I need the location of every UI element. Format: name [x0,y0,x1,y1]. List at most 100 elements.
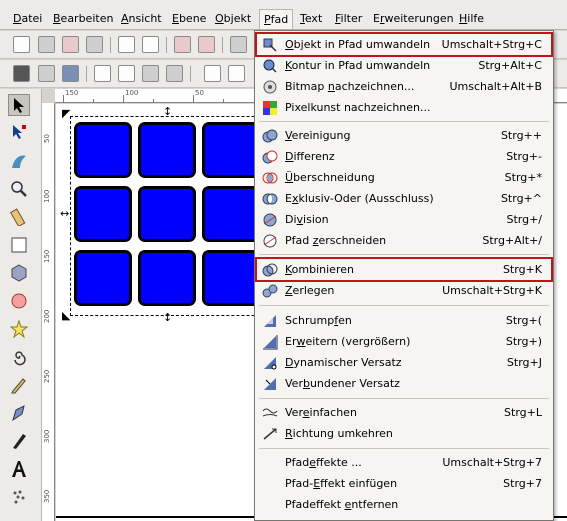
ruler-label: 100 [43,189,51,203]
menu-item-intersection[interactable]: Überschneidung Strg+* [255,167,553,188]
shortcut: Umschalt+Strg+K [442,284,542,297]
rectangle-tool-icon[interactable] [8,234,30,256]
menu-separator [259,254,549,255]
ruler-label: 200 [43,309,51,323]
menu-item-trace-bitmap[interactable]: Bitmap nachzeichnen... Umschalt+Alt+B [255,76,553,97]
menu-erweiterungen[interactable]: Erweiterungen [373,12,454,26]
shortcut: Strg+Alt+C [478,59,542,72]
menu-item-inset[interactable]: Schrumpfen Strg+( [255,310,553,331]
toolbox [0,89,42,521]
menu-hilfe[interactable]: Hilfe [459,12,484,26]
raise-icon[interactable] [94,65,111,82]
menu-filter[interactable]: Filter [335,12,362,26]
menu-ansicht[interactable]: Ansicht [121,12,162,26]
zoom-tool-icon[interactable] [8,178,30,200]
menu-item-dynamic-offset[interactable]: Dynamischer Versatz Strg+J [255,352,553,373]
rotate-icon[interactable] [62,65,79,82]
menu-item-break-apart[interactable]: Zerlegen Umschalt+Strg+K [255,280,553,301]
highlight-box-combine [255,257,553,282]
menu-separator [259,305,549,306]
menu-item-simplify[interactable]: Vereinfachen Strg+L [255,402,553,423]
spray-tool-icon[interactable] [8,486,30,508]
blue-square-shape[interactable] [138,186,196,242]
dynamic-offset-icon [262,355,278,371]
select-all-icon[interactable] [13,65,30,82]
select-same-icon[interactable] [38,65,55,82]
open-icon[interactable] [38,36,55,53]
blue-square-shape[interactable] [138,122,196,178]
tweak-tool-icon[interactable] [8,150,30,172]
lower-icon[interactable] [118,65,135,82]
menu-item-linked-offset[interactable]: Verbundener Versatz [255,373,553,394]
save-icon[interactable] [62,36,79,53]
menu-item-outset[interactable]: Erweitern (vergrößern) Strg+) [255,331,553,352]
new-document-icon[interactable] [13,36,30,53]
zoom-selection-icon[interactable] [230,36,247,53]
menu-item-reverse[interactable]: Richtung umkehren [255,423,553,444]
flip-horizontal-icon[interactable] [142,65,159,82]
toolbar-separator [110,37,111,53]
export-icon[interactable] [142,36,159,53]
menu-item-paste-path-effect[interactable]: Pfad-Effekt einfügen Strg+7 [255,473,553,494]
menu-item-remove-path-effect[interactable]: Pfadeffekt entfernen [255,494,553,515]
blue-square-shape[interactable] [74,122,132,178]
blue-square-shape[interactable] [202,122,260,178]
ruler-label: 50 [195,89,204,97]
scale-handle-icon[interactable]: ↕ [163,106,172,117]
blue-square-shape[interactable] [74,186,132,242]
pen-tool-icon[interactable] [8,402,30,424]
division-icon [262,212,278,228]
star-tool-icon[interactable] [8,318,30,340]
menu-bearbeiten[interactable]: Bearbeiten [53,12,113,26]
spiral-tool-icon[interactable] [8,346,30,368]
selector-tool-icon[interactable] [8,94,30,116]
highlight-box-object-to-path [255,32,553,57]
menu-item-path-effects[interactable]: Pfadeffekte ... Umschalt+Strg+7 [255,452,553,473]
blue-square-shape[interactable] [202,250,260,306]
import-icon[interactable] [118,36,135,53]
toolbar-separator [222,37,223,53]
shortcut: Strg+- [506,150,542,163]
menu-pfad[interactable]: Pfad [259,9,294,29]
undo-icon[interactable] [174,36,191,53]
blue-square-shape[interactable] [138,250,196,306]
shortcut: Strg+* [504,171,542,184]
measure-tool-icon[interactable] [8,206,30,228]
blue-square-shape[interactable] [202,186,260,242]
cut-path-icon [262,233,278,249]
text-tool-icon[interactable] [8,458,30,480]
menu-item-trace-pixel-art[interactable]: Pixelkunst nachzeichnen... [255,97,553,118]
box3d-tool-icon[interactable] [8,262,30,284]
scale-handle-icon[interactable]: ↕ [163,312,172,323]
toolbar-separator [190,66,191,82]
pencil-tool-icon[interactable] [8,374,30,396]
blue-square-shape[interactable] [74,250,132,306]
menu-item-union[interactable]: Vereinigung Strg++ [255,125,553,146]
ellipse-tool-icon[interactable] [8,290,30,312]
shortcut: Strg+( [505,314,542,327]
menu-datei[interactable]: Datei [13,12,42,26]
break-apart-icon [262,283,278,299]
redo-icon[interactable] [198,36,215,53]
scale-handle-icon[interactable]: ↔ [60,208,69,219]
shortcut: Strg+L [504,406,542,419]
menu-item-division[interactable]: Division Strg+/ [255,209,553,230]
scale-handle-icon[interactable]: ◣ [62,310,70,321]
menu-ebene[interactable]: Ebene [172,12,206,26]
flip-vertical-icon[interactable] [166,65,183,82]
menu-text[interactable]: Text [300,12,322,26]
menu-item-difference[interactable]: Differenz Strg+- [255,146,553,167]
ruler-label: 50 [43,134,51,143]
menu-item-cut-path[interactable]: Pfad zerschneiden Strg+Alt+/ [255,230,553,251]
align-icon[interactable] [204,65,221,82]
menu-objekt[interactable]: Objekt [215,12,251,26]
menu-item-exclusion[interactable]: Exklusiv-Oder (Ausschluss) Strg+^ [255,188,553,209]
distribute-icon[interactable] [228,65,245,82]
node-tool-icon[interactable] [8,122,30,144]
calligraphy-tool-icon[interactable] [8,430,30,452]
scale-handle-icon[interactable]: ◤ [62,108,70,119]
print-icon[interactable] [86,36,103,53]
vertical-ruler: 50 100 150 200 250 300 350 [42,103,55,521]
menu-item-stroke-to-path[interactable]: Kontur in Pfad umwandeln Strg+Alt+C [255,55,553,76]
ruler-label: 250 [43,369,51,383]
